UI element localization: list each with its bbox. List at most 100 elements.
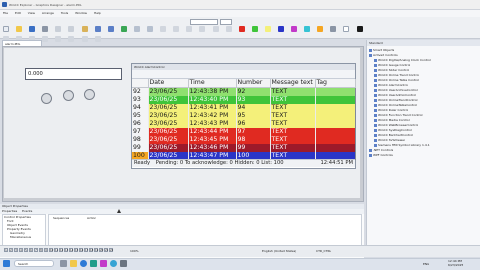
layer-button[interactable]: 6 <box>29 248 33 252</box>
align-left-icon[interactable] <box>199 26 206 32</box>
menu-file[interactable]: File <box>3 11 8 15</box>
controls-tree-item[interactable]: Siemens HMI Symbol Library 1.4.1 <box>368 143 430 147</box>
layer-button[interactable]: 5 <box>24 248 28 252</box>
controls-tree-item[interactable]: WinCC Digital/Analog Clock Control <box>368 58 431 62</box>
controls-tree-item[interactable]: WinCC OnlineTableControl <box>368 103 417 107</box>
zoom-out-icon[interactable] <box>147 26 154 32</box>
redo-icon[interactable] <box>107 26 114 32</box>
layer-button[interactable]: 9 <box>44 248 48 252</box>
layer-button[interactable]: 1 <box>4 248 8 252</box>
italic-icon[interactable] <box>186 26 193 32</box>
layer-button[interactable]: 13 <box>64 248 68 252</box>
tab-properties[interactable]: Properties <box>2 209 17 213</box>
controls-tree-item[interactable]: WinCC Media Control <box>368 118 410 122</box>
color-orange-icon[interactable] <box>317 26 324 32</box>
task-view-icon[interactable] <box>60 260 67 267</box>
controls-tree-item[interactable]: WPF Controls <box>368 153 393 157</box>
controls-tree-item[interactable]: WinCC SysDiagControl <box>368 128 412 132</box>
layer-button[interactable]: 15 <box>74 248 78 252</box>
search-box[interactable]: Search <box>14 260 54 267</box>
controls-tree-item[interactable]: WinCC Online Trend Control <box>368 73 419 77</box>
controls-tree-item[interactable]: WinCC Online Table Control <box>368 78 419 82</box>
menu-help[interactable]: Help <box>94 11 101 15</box>
controls-tree-item[interactable]: WinCC AlarmControl <box>368 83 408 87</box>
color-magenta-icon[interactable] <box>291 26 298 32</box>
settings-icon[interactable] <box>120 260 127 267</box>
graphics-designer-icon[interactable] <box>100 260 107 267</box>
layer-button[interactable]: 22 <box>109 248 113 252</box>
controls-tree-item[interactable]: WinCC BarChartControl <box>368 133 413 137</box>
ellipse-icon[interactable] <box>55 36 62 42</box>
grid-icon[interactable] <box>160 26 167 32</box>
layer-button[interactable]: 17 <box>84 248 88 252</box>
layer-button[interactable]: 19 <box>94 248 98 252</box>
wincc-icon[interactable] <box>90 260 97 267</box>
start-icon[interactable] <box>3 260 10 267</box>
color-green-icon[interactable] <box>251 26 258 32</box>
layer-button[interactable]: 7 <box>34 248 38 252</box>
controls-tree-item[interactable]: ActiveX Controls <box>368 53 398 57</box>
font-combo[interactable] <box>190 19 218 25</box>
controls-tree-item[interactable]: WinCC Slider Control <box>368 68 409 72</box>
color-white-icon[interactable] <box>343 26 350 32</box>
color-yellow-icon[interactable] <box>264 26 271 32</box>
round-button-3[interactable] <box>84 89 95 100</box>
controls-tree-item[interactable]: WinCC Ruler Control <box>368 108 408 112</box>
alarm-row[interactable]: 98 23/06/25 12:43:45 PM 98 TEXT <box>132 136 356 144</box>
controls-tree-item[interactable]: WinCC UserAdminControl <box>368 93 416 97</box>
alarm-row[interactable]: 97 23/06/25 12:43:44 PM 97 TEXT <box>132 128 356 136</box>
color-gray-icon[interactable] <box>330 26 337 32</box>
layer-button[interactable]: 16 <box>79 248 83 252</box>
controls-tree-item[interactable]: WinCC UserArchiveControl <box>368 88 418 92</box>
layer-button[interactable]: 4 <box>19 248 23 252</box>
alarm-row[interactable]: 93 23/06/25 12:43:40 PM 93 TEXT <box>132 96 356 104</box>
layer-button[interactable]: 3 <box>14 248 18 252</box>
layer-button[interactable]: 14 <box>69 248 73 252</box>
color-red-icon[interactable] <box>238 26 245 32</box>
tree-item[interactable]: Miscellaneous <box>3 235 45 239</box>
layer-button[interactable]: 12 <box>59 248 63 252</box>
col-header-message-text[interactable]: Message text <box>270 79 316 88</box>
col-header-tag[interactable]: Tag <box>315 79 356 88</box>
rect-icon[interactable] <box>42 36 49 42</box>
controls-tree-item[interactable]: .NET Controls <box>368 148 393 152</box>
runtime-icon[interactable] <box>120 26 127 32</box>
layer-button[interactable]: 18 <box>89 248 93 252</box>
menu-tools[interactable]: Tools <box>61 11 68 15</box>
controls-tree-item[interactable]: WinCC SVGViewer <box>368 138 405 142</box>
tab-events[interactable]: Events <box>22 209 32 213</box>
menu-view[interactable]: View <box>28 11 35 15</box>
col-header-date[interactable]: Date <box>148 79 189 88</box>
controls-tree-item[interactable]: Smart Objects <box>368 48 394 52</box>
io-field[interactable]: 0.000 <box>25 68 122 80</box>
layer-button[interactable]: 20 <box>99 248 103 252</box>
layer-button[interactable]: 8 <box>39 248 43 252</box>
align-center-icon[interactable] <box>212 26 219 32</box>
color-blue-icon[interactable] <box>277 26 284 32</box>
zoom-in-icon[interactable] <box>133 26 140 32</box>
alarm-row[interactable]: 94 23/06/25 12:43:41 PM 94 TEXT <box>132 104 356 112</box>
layer-button[interactable]: 10 <box>49 248 53 252</box>
menu-edit[interactable]: Edit <box>15 11 21 15</box>
alarm-row[interactable]: 95 23/06/25 12:43:42 PM 95 TEXT <box>132 112 356 120</box>
color-cyan-icon[interactable] <box>304 26 311 32</box>
menu-arrange[interactable]: Arrange <box>42 11 54 15</box>
browser-icon[interactable] <box>80 260 87 267</box>
bold-icon[interactable] <box>173 26 180 32</box>
round-button-2[interactable] <box>63 90 74 101</box>
controls-tree-item[interactable]: WinCC OnlineTrendControl <box>368 98 418 102</box>
color-black-icon[interactable] <box>356 26 363 32</box>
alarm-row[interactable]: 96 23/06/25 12:43:43 PM 96 TEXT <box>132 120 356 128</box>
io-field-icon[interactable] <box>81 36 88 42</box>
col-header-number[interactable]: Number <box>236 79 271 88</box>
align-right-icon[interactable] <box>225 26 232 32</box>
controls-tree-item[interactable]: WinCC WebBrowserControl <box>368 123 418 127</box>
size-combo[interactable] <box>220 19 232 25</box>
alarm-row[interactable]: 92 23/06/25 12:43:38 PM 92 TEXT <box>132 87 356 96</box>
alarm-row[interactable]: 99 23/06/25 12:43:46 PM 99 TEXT <box>132 144 356 152</box>
layer-button[interactable]: 2 <box>9 248 13 252</box>
text-icon[interactable] <box>68 36 75 42</box>
menu-window[interactable]: Window <box>75 11 87 15</box>
explorer-icon[interactable] <box>70 260 77 267</box>
edge-icon[interactable] <box>110 260 117 267</box>
